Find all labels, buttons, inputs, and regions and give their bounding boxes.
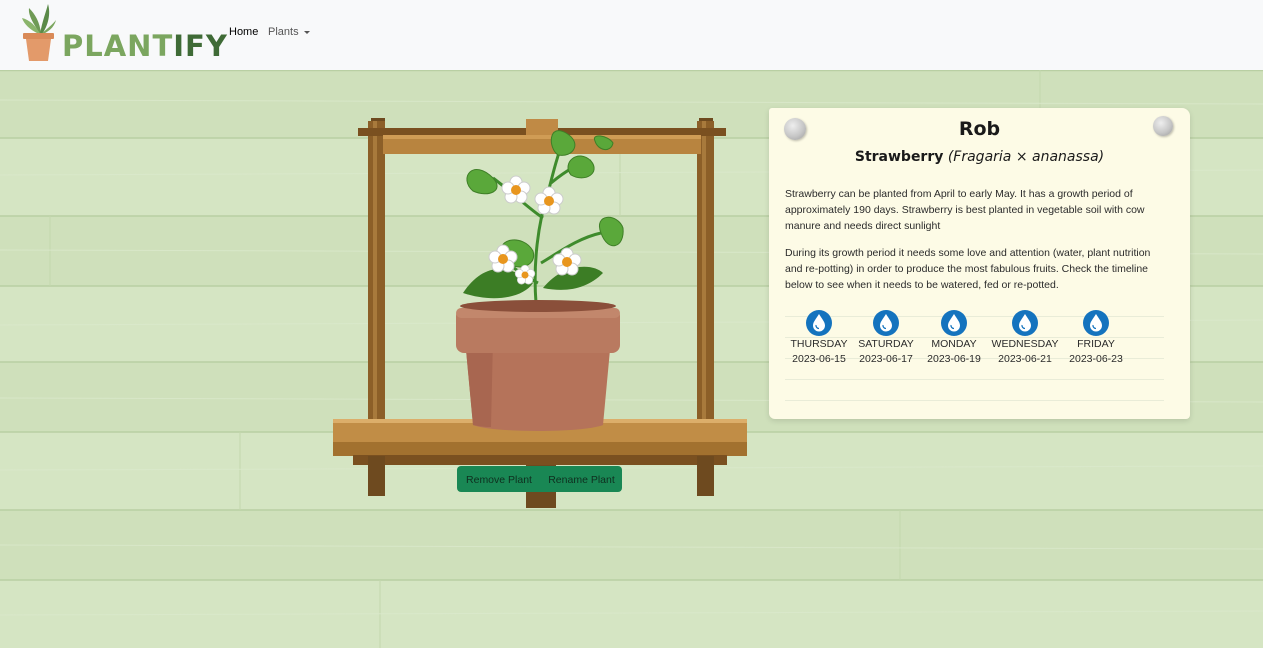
timeline-day: SATURDAY [858,338,914,350]
timeline-day: WEDNESDAY [991,338,1059,350]
plant-name: Rob [958,118,1001,140]
remove-plant-button[interactable]: Remove Plant [457,466,541,492]
brand-text-plant: PLANT [62,29,174,63]
nav-plants-dropdown[interactable]: Plants [268,25,310,39]
nav-home-link[interactable]: Home [229,25,258,39]
timeline-item[interactable]: THURSDAY 2023-06-15 [781,310,857,366]
brand-logo[interactable]: PLANTIFY [20,2,227,66]
timeline-item[interactable]: SATURDAY 2023-06-17 [848,310,924,366]
brand-text-ify: IFY [173,29,228,63]
plant-latin-name: (Fragaria × ananassa) [947,149,1105,165]
timeline-date: 2023-06-19 [927,353,981,365]
water-drop-icon [873,310,899,336]
timeline-item[interactable]: WEDNESDAY 2023-06-21 [987,310,1063,366]
timeline-day: FRIDAY [1077,338,1115,350]
plant-shelf-illustration [333,118,747,508]
care-timeline: THURSDAY 2023-06-15 SATURDAY 2023-06-17 … [785,310,1165,370]
timeline-item[interactable]: MONDAY 2023-06-19 [916,310,992,366]
plant-common-name: Strawberry [854,149,944,165]
plant-species: Strawberry (Fragaria × ananassa) [769,149,1190,165]
plant-description-1: Strawberry can be planted from April to … [785,188,1145,232]
plant-info-card: Rob Strawberry (Fragaria × ananassa) Str… [769,108,1190,419]
nav-plants-label: Plants [268,26,299,38]
chevron-down-icon [303,30,310,34]
plant-description-2: During its growth period it needs some l… [785,247,1151,291]
timeline-date: 2023-06-15 [792,353,846,365]
potted-plant-logo-icon [22,4,56,61]
rename-plant-button[interactable]: Rename Plant [541,466,622,492]
timeline-date: 2023-06-17 [859,353,913,365]
timeline-day: THURSDAY [790,338,848,350]
timeline-date: 2023-06-21 [998,353,1052,365]
water-drop-icon [941,310,967,336]
timeline-date: 2023-06-23 [1069,353,1123,365]
navbar: PLANTIFY Home Plants [0,0,1263,70]
timeline-item[interactable]: FRIDAY 2023-06-23 [1058,310,1134,366]
water-drop-icon [1083,310,1109,336]
water-drop-icon [1012,310,1038,336]
timeline-day: MONDAY [931,338,977,350]
water-drop-icon [806,310,832,336]
